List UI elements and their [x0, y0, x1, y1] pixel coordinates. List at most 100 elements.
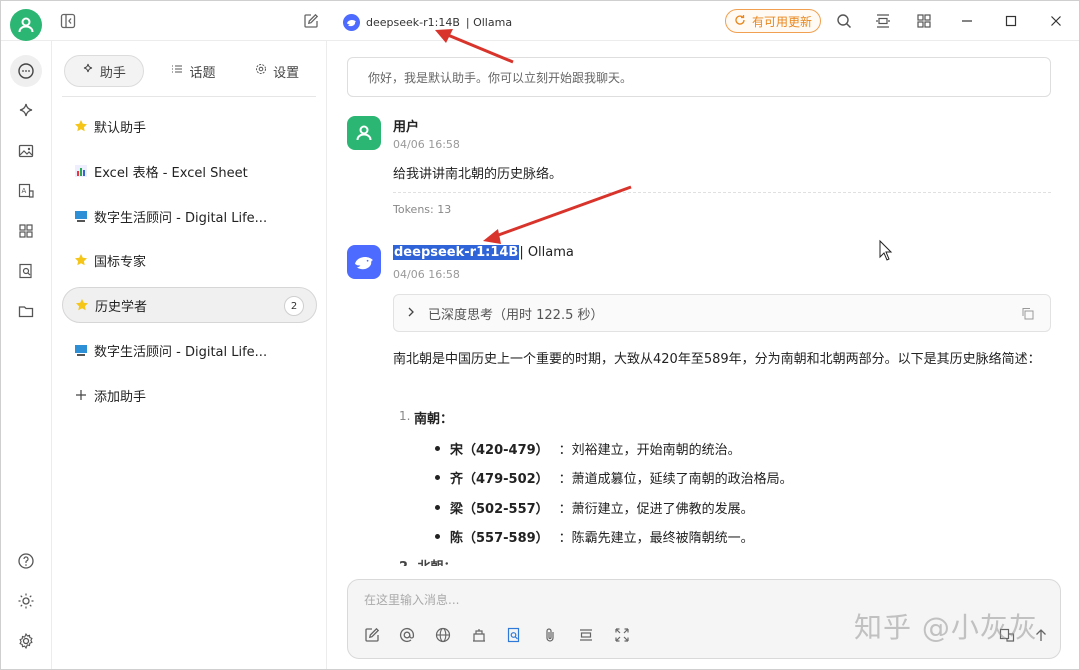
app-window: deepseek-r1:14B | Ollama 有可用更新 A 助手 话题 设… — [0, 0, 1080, 670]
model-provider: | Ollama — [465, 15, 513, 29]
computer-icon — [74, 209, 88, 223]
web-search-globe-icon[interactable] — [432, 624, 454, 646]
edit-icon[interactable] — [361, 624, 383, 646]
help-icon[interactable] — [10, 545, 42, 577]
thinking-collapse-panel[interactable]: 已深度思考（用时 122.5 秒） — [393, 294, 1051, 332]
chevron-right-icon — [406, 306, 416, 321]
user-name: 用户 — [393, 120, 420, 135]
assistant-label: Excel 表格 - Excel Sheet — [94, 165, 248, 181]
user-avatar[interactable] — [10, 9, 42, 41]
section-title-partial: 2. 北朝： — [399, 556, 457, 566]
star-icon — [75, 298, 89, 312]
theme-sun-icon[interactable] — [10, 585, 42, 617]
dynasty-name: 齐（479-502） — [450, 472, 549, 487]
new-chat-icon[interactable] — [301, 11, 321, 31]
divider — [62, 96, 316, 97]
top-bar: deepseek-r1:14B | Ollama 有可用更新 — [1, 1, 1079, 41]
assistant-item[interactable]: Excel 表格 - Excel Sheet — [62, 153, 317, 189]
sidebar-toggle-icon[interactable] — [58, 11, 78, 31]
tab-label: 设置 — [273, 65, 300, 81]
plus-icon — [74, 388, 88, 402]
svg-text:A: A — [22, 187, 27, 195]
dynasty-desc: ：萧衍建立，促进了佛教的发展。 — [558, 502, 754, 517]
user-message-text: 给我讲讲南北朝的历史脉络。 — [393, 167, 563, 182]
greeting-message: 你好，我是默认助手。你可以立刻开始跟我聊天。 — [347, 57, 1051, 97]
computer-icon — [74, 343, 88, 357]
assistant-item[interactable]: 国标专家 — [62, 242, 317, 278]
assistant-item[interactable]: 数字生活顾问 - Digital Life... — [62, 332, 317, 368]
list-item: 齐（479-502） ：萧道成篡位，延续了南朝的政治格局。 — [435, 468, 793, 487]
tab-assistants[interactable]: 助手 — [64, 55, 144, 87]
list-item: 陈（557-589） ：陈霸先建立，最终被隋朝统一。 — [435, 527, 754, 546]
update-label: 有可用更新 — [751, 14, 812, 29]
assistant-item[interactable]: 默认助手 — [62, 108, 317, 144]
gear-icon — [255, 63, 267, 79]
bullet — [435, 505, 440, 510]
file-search-icon[interactable] — [503, 624, 525, 646]
model-name: deepseek-r1:14B — [366, 15, 460, 29]
list-number: 1. — [399, 409, 411, 423]
folder-icon[interactable] — [10, 295, 42, 327]
refresh-icon — [734, 14, 746, 29]
minapps-grid-icon[interactable] — [914, 11, 934, 31]
mention-icon[interactable] — [396, 624, 418, 646]
list-item: 宋（420-479） ：刘裕建立，开始南朝的统治。 — [435, 439, 741, 458]
maximize-icon[interactable] — [1001, 11, 1021, 31]
assistant-label: 数字生活顾问 - Digital Life... — [94, 344, 268, 360]
message-divider — [393, 192, 1051, 193]
settings-gear-icon[interactable] — [10, 625, 42, 657]
assistant-intro-text: 南北朝是中国历史上一个重要的时期，大致从420年至589年，分为南朝和北朝两部分… — [393, 352, 1041, 367]
tab-settings[interactable]: 设置 — [237, 55, 317, 87]
copy-icon[interactable] — [1021, 307, 1034, 324]
bar-chart-icon — [74, 164, 88, 178]
user-timestamp: 04/06 16:58 — [393, 138, 460, 151]
update-available-button[interactable]: 有可用更新 — [725, 9, 821, 33]
assistant-label: 历史学者 — [95, 299, 148, 315]
add-assistant-button[interactable]: 添加助手 — [62, 377, 317, 413]
apps-grid-icon[interactable] — [10, 215, 42, 247]
section-title: 南朝： — [414, 412, 454, 427]
tab-topics[interactable]: 话题 — [154, 55, 234, 87]
model-selector[interactable]: deepseek-r1:14B | Ollama — [343, 12, 512, 32]
topic-count-badge: 2 — [284, 296, 304, 316]
add-assistant-label: 添加助手 — [94, 389, 147, 405]
fullscreen-icon[interactable] — [611, 624, 633, 646]
clear-context-icon[interactable] — [575, 624, 597, 646]
knowledge-base-icon[interactable] — [468, 624, 490, 646]
star-icon — [74, 253, 88, 267]
deepseek-avatar-icon — [347, 245, 381, 279]
left-rail: A — [1, 41, 52, 669]
message-input[interactable]: 在这里输入消息... — [364, 591, 459, 608]
image-icon[interactable] — [10, 135, 42, 167]
assistant-label: 默认助手 — [94, 120, 147, 136]
attachment-icon[interactable] — [539, 624, 561, 646]
bullet — [435, 534, 440, 539]
search-icon[interactable] — [834, 11, 854, 31]
expand-width-icon[interactable] — [873, 11, 893, 31]
chat-icon[interactable] — [10, 55, 42, 87]
assistant-label: 数字生活顾问 - Digital Life... — [94, 210, 268, 226]
sidebar-tabs: 助手 话题 设置 — [62, 53, 317, 89]
watermark: 知乎 @小灰灰 — [854, 611, 1038, 644]
token-count: Tokens: 13 — [393, 203, 452, 216]
bullet — [435, 446, 440, 451]
assistant-sidebar: 助手 话题 设置 默认助手 Excel 表格 - Excel Sheet 数字生… — [52, 41, 327, 669]
dynasty-desc: ：陈霸先建立，最终被隋朝统一。 — [558, 531, 754, 546]
thinking-label: 已深度思考（用时 122.5 秒） — [428, 307, 604, 323]
assistant-label: 国标专家 — [94, 254, 147, 270]
assistant-timestamp: 04/06 16:58 — [393, 268, 460, 281]
selected-model-name: deepseek-r1:14B — [393, 245, 520, 260]
user-avatar-icon — [347, 116, 381, 150]
star-icon — [74, 119, 88, 133]
agents-sparkle-icon[interactable] — [10, 95, 42, 127]
minimize-icon[interactable] — [957, 11, 977, 31]
sparkle-icon — [82, 63, 94, 79]
assistant-item-selected[interactable]: 历史学者 2 — [62, 287, 317, 323]
close-icon[interactable] — [1046, 11, 1066, 31]
assistant-item[interactable]: 数字生活顾问 - Digital Life... — [62, 198, 317, 234]
dynasty-name: 宋（420-479） — [450, 443, 549, 458]
translate-icon[interactable]: A — [10, 175, 42, 207]
dynasty-name: 梁（502-557） — [450, 502, 549, 517]
dynasty-desc: ：萧道成篡位，延续了南朝的政治格局。 — [558, 472, 793, 487]
knowledge-search-icon[interactable] — [10, 255, 42, 287]
